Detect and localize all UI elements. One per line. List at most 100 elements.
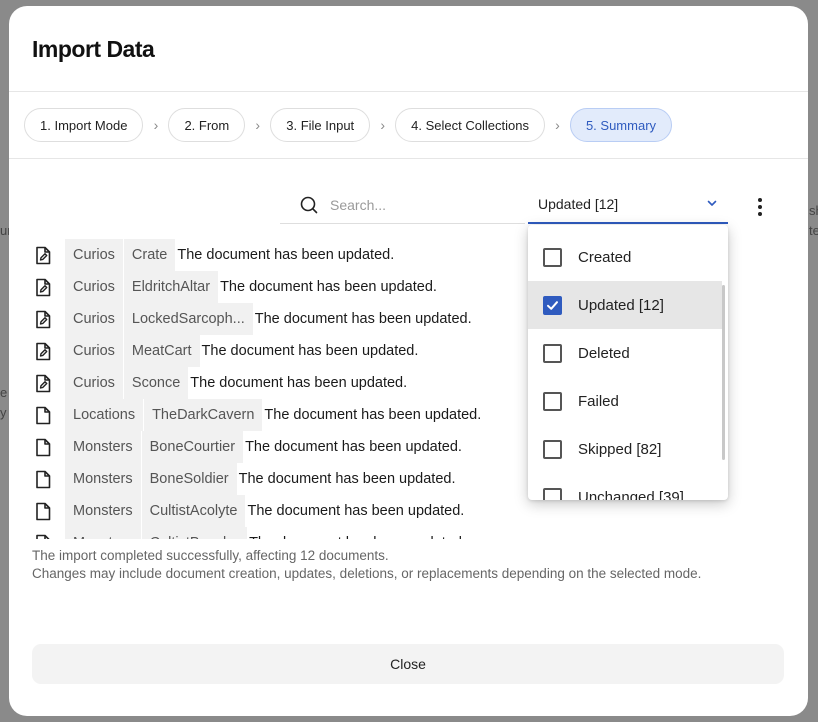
collection-chip: Locations <box>65 399 144 431</box>
document-icon <box>29 502 57 521</box>
filter-option-label: Failed <box>578 392 619 410</box>
chevron-right-icon: › <box>555 117 560 133</box>
step-select-collections[interactable]: 4. Select Collections <box>395 108 545 142</box>
document-chip: CultistAcolyte <box>141 495 246 527</box>
chevron-down-icon <box>706 196 718 212</box>
result-message: The document has been updated. <box>264 407 482 423</box>
result-message: The document has been updated. <box>238 471 456 487</box>
checkbox-icon[interactable] <box>543 343 562 363</box>
background-fragment: e <box>0 385 8 400</box>
result-row[interactable]: Curios Crate The document has been updated… <box>29 239 529 271</box>
checkbox-icon[interactable] <box>543 487 562 500</box>
step-label: 3. File Input <box>286 117 355 133</box>
collection-chip: Curios <box>65 335 123 367</box>
collection-chip: Monsters <box>65 527 141 539</box>
checkbox-icon[interactable] <box>543 439 562 459</box>
document-chip: EldritchAltar <box>123 271 219 303</box>
document-chip: BoneSoldier <box>141 463 237 495</box>
checkbox-icon[interactable] <box>543 247 562 267</box>
dropdown-scrollbar[interactable] <box>722 285 725 460</box>
step-import-mode[interactable]: 1. Import Mode <box>24 108 144 142</box>
filter-option-label: Deleted <box>578 344 630 362</box>
summary-line: Changes may include document creation, u… <box>32 566 702 581</box>
document-icon <box>29 438 57 457</box>
result-row[interactable]: Monsters CultistAcolyte The document has b… <box>29 495 529 527</box>
result-message: The document has been updated. <box>254 311 472 327</box>
collection-chip: Monsters <box>65 431 141 463</box>
step-label: 5. Summary <box>585 117 657 133</box>
step-file-input[interactable]: 3. File Input <box>270 108 371 142</box>
document-chip: Sconce <box>123 367 189 399</box>
search-input[interactable] <box>330 196 510 213</box>
summary-line: The import completed successfully, affec… <box>32 548 389 563</box>
status-filter-value: Updated [12] <box>538 196 619 212</box>
collection-chip: Monsters <box>65 463 141 495</box>
chevron-right-icon: › <box>153 117 159 133</box>
filter-option[interactable]: Created <box>528 233 722 281</box>
result-message: The document has been updated. <box>245 439 462 455</box>
document-edit-icon <box>29 246 57 265</box>
result-row[interactable]: Monsters BoneCourtier The document has bee… <box>29 431 529 463</box>
result-row[interactable]: Curios LockedSarcoph... The document has b… <box>29 303 529 335</box>
collection-chip: Monsters <box>65 495 141 527</box>
document-chip: LockedSarcoph... <box>123 303 253 335</box>
stepper-divider <box>9 158 808 159</box>
checkbox-icon[interactable] <box>543 391 562 411</box>
status-filter-select[interactable]: Updated [12] <box>528 186 728 224</box>
step-from[interactable]: 2. From <box>168 108 246 142</box>
result-message: The document has been updated. <box>177 247 395 263</box>
result-row[interactable]: Curios MeatCart The document has been upda… <box>29 335 529 367</box>
document-chip: BoneCourtier <box>141 431 244 463</box>
filter-option[interactable]: Failed <box>528 377 722 425</box>
filter-option[interactable]: Deleted <box>528 329 722 377</box>
document-edit-icon <box>29 374 57 393</box>
document-chip: Crate <box>123 239 176 271</box>
step-label: 2. From <box>184 117 230 133</box>
dialog-title: Import Data <box>32 36 155 62</box>
result-row[interactable]: Locations TheDarkCavern The document has b… <box>29 399 529 431</box>
chevron-right-icon: › <box>255 117 261 133</box>
import-summary: The import completed successfully, affec… <box>32 547 701 583</box>
collection-chip: Curios <box>65 239 123 271</box>
result-row[interactable]: Monsters BoneSoldier The document has been… <box>29 463 529 495</box>
step-summary[interactable]: 5. Summary <box>569 108 673 142</box>
filter-option[interactable]: Unchanged [39] <box>528 473 722 500</box>
document-chip: CultistBrawler <box>141 527 248 539</box>
document-edit-icon <box>29 278 57 297</box>
collection-chip: Curios <box>65 271 123 303</box>
checkbox-checked-icon[interactable] <box>543 295 562 315</box>
step-label: 4. Select Collections <box>411 117 529 133</box>
close-button[interactable]: Close <box>32 644 784 684</box>
status-filter-options: Created Updated [12] Deleted Failed Skipped … <box>528 233 722 500</box>
document-icon <box>29 406 57 425</box>
document-edit-icon <box>29 310 57 329</box>
search-icon <box>299 195 319 215</box>
step-label: 1. Import Mode <box>40 117 128 133</box>
result-message: The document has been updated. <box>220 279 437 295</box>
result-row[interactable]: Curios EldritchAltar The document has been… <box>29 271 529 303</box>
chevron-right-icon: › <box>380 117 385 133</box>
result-row[interactable]: MonstersCultistBrawlerThe document has b… <box>29 527 529 539</box>
collection-chip: Curios <box>65 367 123 399</box>
more-options-icon[interactable] <box>749 196 771 218</box>
background-fragment: y <box>0 405 7 420</box>
import-stepper: 1. Import Mode › 2. From › 3. File Input… <box>24 108 673 142</box>
collection-chip: Curios <box>65 303 123 335</box>
document-chip: MeatCart <box>123 335 200 367</box>
document-edit-icon <box>29 342 57 361</box>
document-chip: TheDarkCavern <box>144 399 263 431</box>
background-fragment: sh <box>809 203 818 218</box>
result-message: The document has been updated. <box>247 503 465 519</box>
filter-option[interactable]: Skipped [82] <box>528 425 722 473</box>
result-row[interactable]: Curios Sconce The document has been update… <box>29 367 529 399</box>
result-message: The document has been updated. <box>201 343 419 359</box>
document-icon <box>29 534 57 539</box>
search-field <box>280 186 525 224</box>
filter-option-label: Unchanged [39] <box>578 488 684 501</box>
status-filter-menu: Created Updated [12] Deleted Failed Skipped … <box>528 225 728 500</box>
filter-option-label: Skipped [82] <box>578 440 662 458</box>
header-divider <box>9 91 808 92</box>
filter-option[interactable]: Updated [12] <box>528 281 722 329</box>
document-icon <box>29 470 57 489</box>
filter-option-label: Created <box>578 248 632 266</box>
